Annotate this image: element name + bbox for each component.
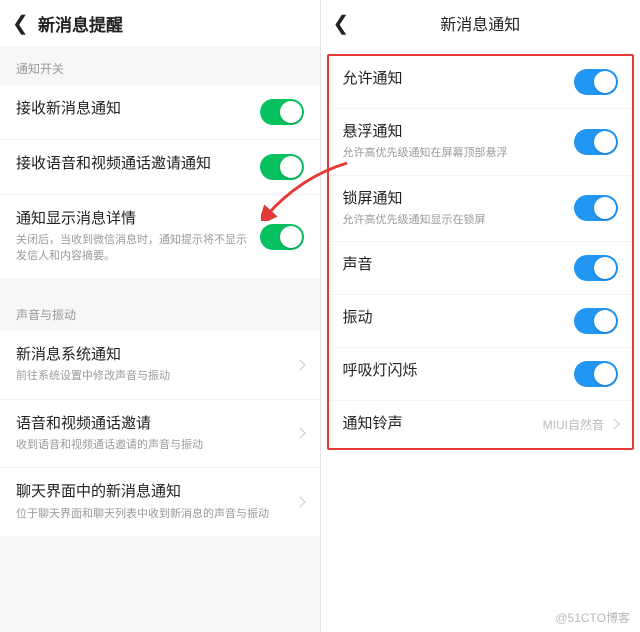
row-show-detail[interactable]: 通知显示消息详情 关闭后，当收到微信消息时，通知提示将不显示发信人和内容摘要。 <box>0 195 320 278</box>
row-ringtone[interactable]: 通知铃声 MIUI自然音 <box>329 401 633 447</box>
section-label-sound: 声音与振动 <box>0 278 320 331</box>
right-page-title: 新消息通知 <box>321 11 640 35</box>
row-label: 允许通知 <box>343 69 565 89</box>
left-page-title: 新消息提醒 <box>38 11 123 36</box>
section-label-notify: 通知开关 <box>0 46 320 85</box>
toggle-receive-call-invite[interactable] <box>260 154 304 180</box>
row-label: 接收语音和视频通话邀请通知 <box>16 154 250 174</box>
row-call-invite-sound[interactable]: 语音和视频通话邀请 收到语音和视频通话邀请的声音与振动 <box>0 400 320 469</box>
toggle-float-notify[interactable] <box>574 129 618 155</box>
row-label: 锁屏通知 <box>343 189 565 209</box>
toggle-show-detail[interactable] <box>260 224 304 250</box>
toggle-sound[interactable] <box>574 255 618 281</box>
row-float-notify[interactable]: 悬浮通知 允许高优先级通知在屏幕顶部悬浮 <box>329 109 633 176</box>
row-sub: 关闭后，当收到微信消息时，通知提示将不显示发信人和内容摘要。 <box>16 233 250 264</box>
right-phone-miui-settings: ❮ 新消息通知 允许通知 悬浮通知 允许高优先级通知在屏幕顶部悬浮 锁屏通知 允… <box>321 0 640 632</box>
row-label: 聊天界面中的新消息通知 <box>16 482 280 502</box>
row-sub: 允许高优先级通知在屏幕顶部悬浮 <box>343 146 565 161</box>
toggle-lock-notify[interactable] <box>574 195 618 221</box>
toggle-receive-new-msg[interactable] <box>260 99 304 125</box>
chevron-right-icon <box>608 419 619 430</box>
toggle-allow-notify[interactable] <box>574 69 618 95</box>
back-icon[interactable]: ❮ <box>12 11 32 36</box>
chevron-right-icon <box>294 496 305 507</box>
chevron-right-icon <box>294 428 305 439</box>
row-chat-msg-sound[interactable]: 聊天界面中的新消息通知 位于聊天界面和聊天列表中收到新消息的声音与振动 <box>0 468 320 536</box>
row-sub: 位于聊天界面和聊天列表中收到新消息的声音与振动 <box>16 507 280 522</box>
row-allow-notify[interactable]: 允许通知 <box>329 56 633 109</box>
left-header: ❮ 新消息提醒 <box>0 0 320 46</box>
toggle-vibrate[interactable] <box>574 308 618 334</box>
row-label: 振动 <box>343 308 565 328</box>
row-vibrate[interactable]: 振动 <box>329 295 633 348</box>
row-receive-new-msg[interactable]: 接收新消息通知 <box>0 85 320 140</box>
row-lock-notify[interactable]: 锁屏通知 允许高优先级通知显示在锁屏 <box>329 176 633 243</box>
toggle-led[interactable] <box>574 361 618 387</box>
row-label: 语音和视频通话邀请 <box>16 414 280 434</box>
ringtone-value: MIUI自然音 <box>543 416 604 433</box>
watermark: @51CTO博客 <box>555 609 630 626</box>
left-phone-wechat-settings: ❮ 新消息提醒 通知开关 接收新消息通知 接收语音和视频通话邀请通知 通知显示消… <box>0 0 321 632</box>
row-label: 悬浮通知 <box>343 122 565 142</box>
highlighted-settings-box: 允许通知 悬浮通知 允许高优先级通知在屏幕顶部悬浮 锁屏通知 允许高优先级通知显… <box>327 54 635 450</box>
row-system-notify[interactable]: 新消息系统通知 前往系统设置中修改声音与振动 <box>0 331 320 400</box>
right-header: ❮ 新消息通知 <box>321 0 640 46</box>
row-label: 新消息系统通知 <box>16 345 280 365</box>
row-sub: 允许高优先级通知显示在锁屏 <box>343 213 565 228</box>
row-label: 接收新消息通知 <box>16 99 250 119</box>
row-sub: 收到语音和视频通话邀请的声音与振动 <box>16 438 280 453</box>
row-label: 通知显示消息详情 <box>16 209 250 229</box>
row-label: 通知铃声 <box>343 414 533 434</box>
row-label: 呼吸灯闪烁 <box>343 361 565 381</box>
row-sound[interactable]: 声音 <box>329 242 633 295</box>
chevron-right-icon <box>294 359 305 370</box>
row-led[interactable]: 呼吸灯闪烁 <box>329 348 633 401</box>
row-sub: 前往系统设置中修改声音与振动 <box>16 369 280 384</box>
row-label: 声音 <box>343 255 565 275</box>
row-receive-call-invite[interactable]: 接收语音和视频通话邀请通知 <box>0 140 320 195</box>
